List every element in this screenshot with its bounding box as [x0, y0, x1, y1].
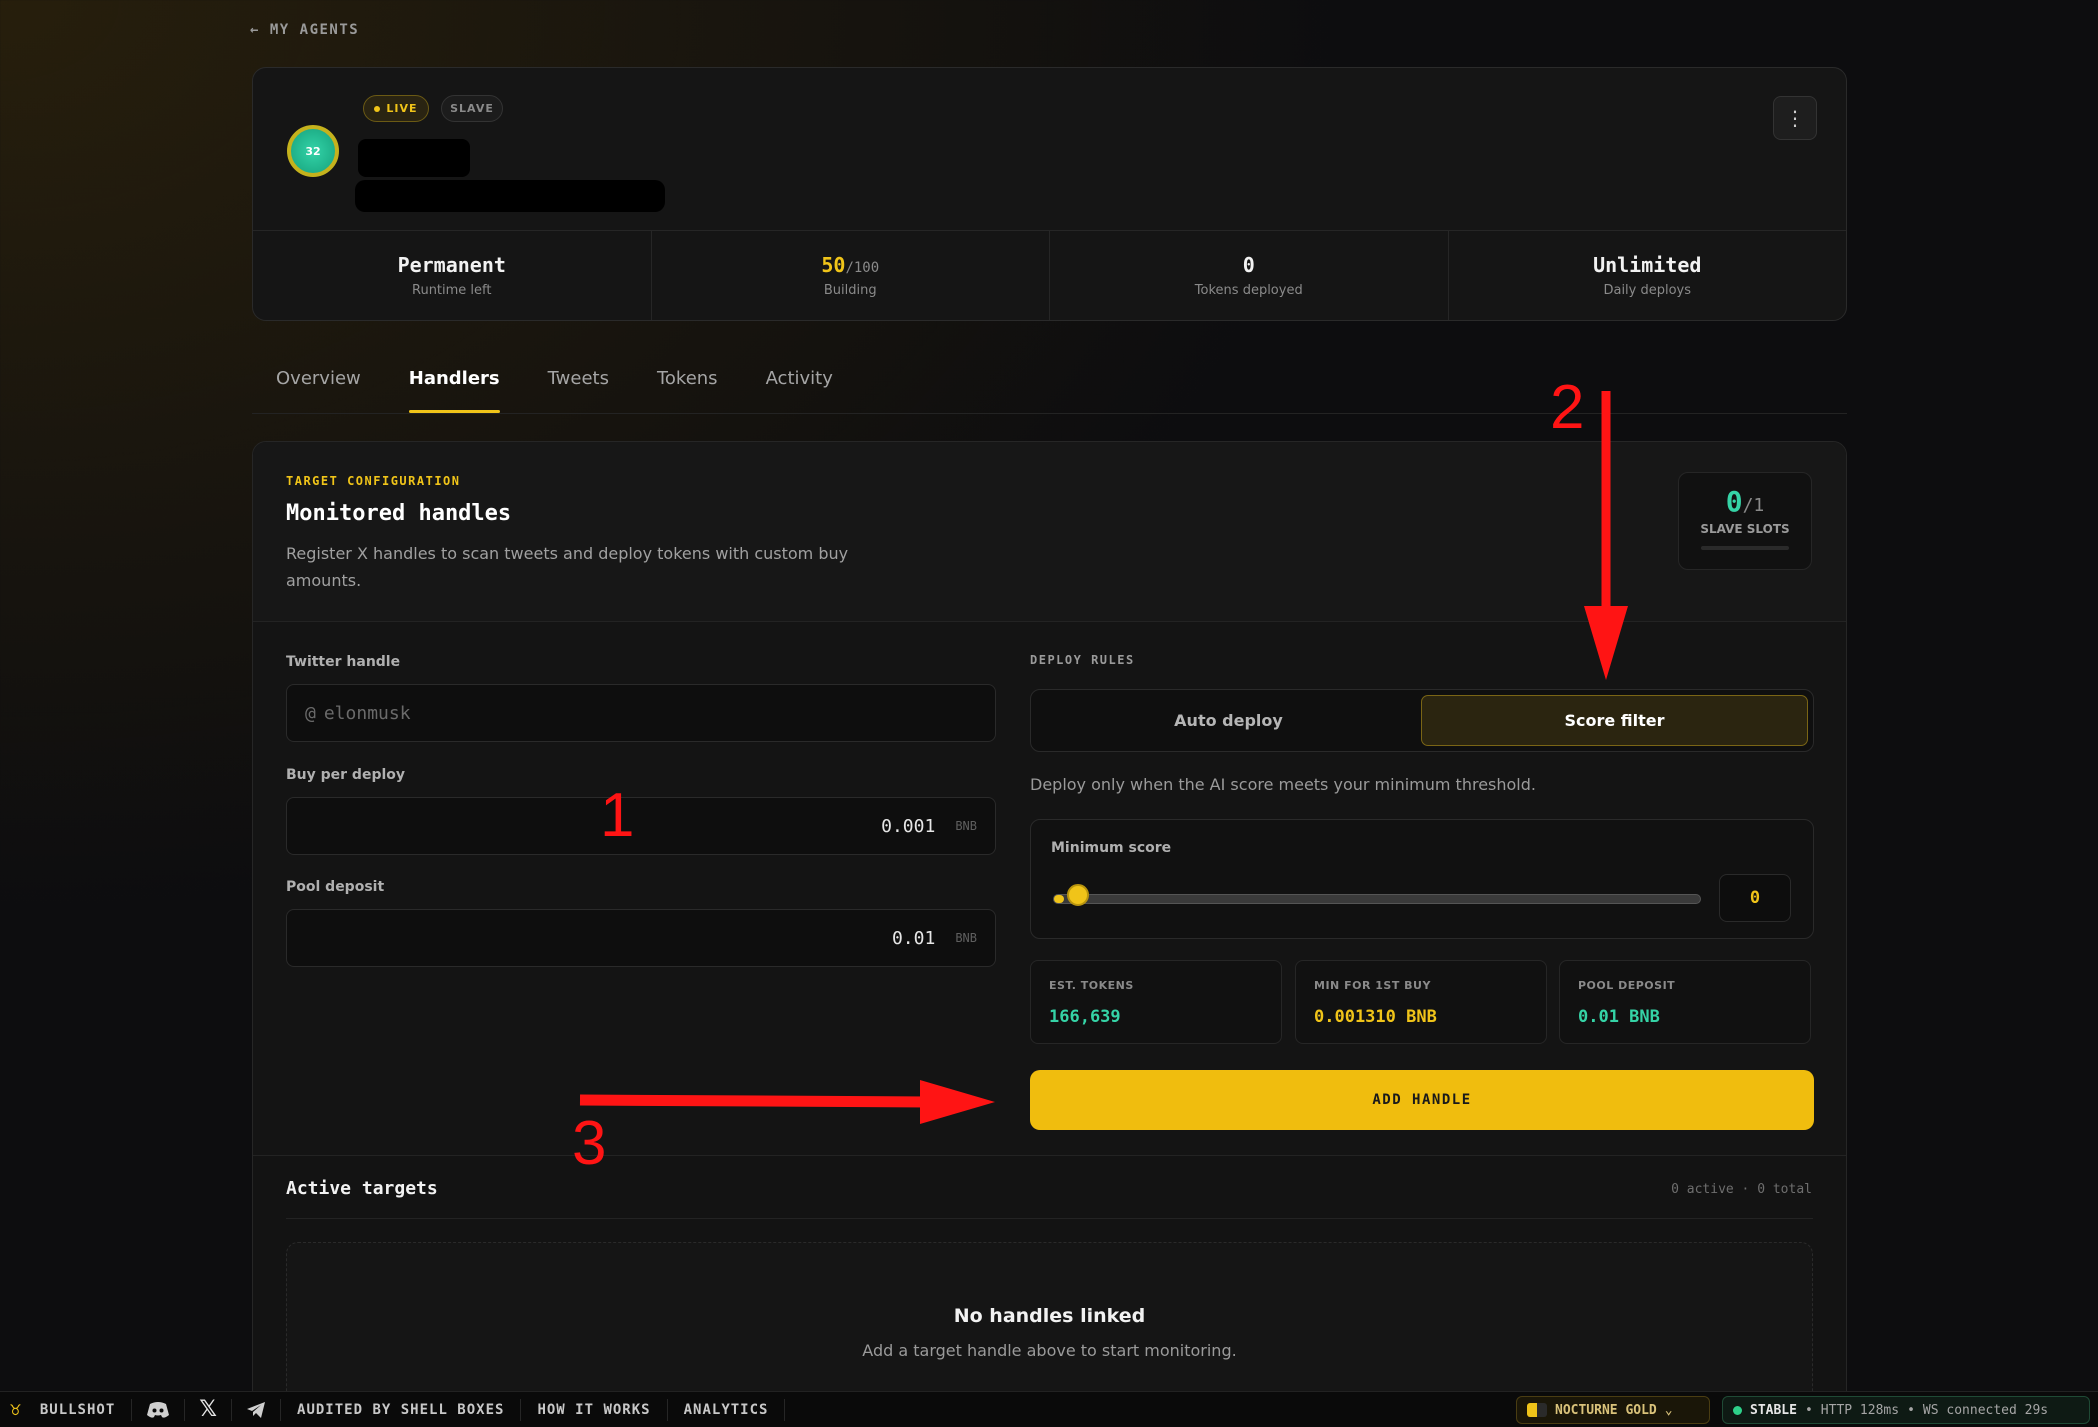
footer-link-analytics[interactable]: ANALYTICS [668, 1398, 786, 1421]
footer-bar: ♉ BULLSHOT 𝕏 AUDITED BY SHELL BOXES HOW … [0, 1391, 2098, 1427]
agent-avatar: 32 [287, 125, 339, 177]
active-targets-title: Active targets [286, 1178, 438, 1199]
annotation-1: 1 [600, 781, 635, 850]
auto-deploy-option[interactable]: Auto deploy [1036, 695, 1421, 746]
minimum-score-value[interactable]: 0 [1719, 874, 1791, 922]
deploy-rules-description: Deploy only when the AI score meets your… [1030, 775, 1536, 794]
x-link[interactable]: 𝕏 [185, 1397, 233, 1422]
deploy-rules-eyebrow: DEPLOY RULES [1030, 653, 1135, 667]
tab-overview[interactable]: Overview [252, 358, 385, 413]
slider-thumb[interactable] [1067, 884, 1089, 906]
redacted-agent-address [355, 180, 665, 212]
live-badge: LIVE [363, 95, 429, 122]
annotation-3: 3 [572, 1109, 607, 1178]
tab-handlers[interactable]: Handlers [385, 358, 524, 413]
agent-card: 32 LIVE SLAVE ⋮ Permanent Runtime left 5… [252, 67, 1847, 321]
footer-link-audited[interactable]: AUDITED BY SHELL BOXES [281, 1398, 522, 1421]
est-tokens-card: EST. TOKENS 166,639 [1030, 960, 1282, 1044]
status-dot-icon [1733, 1405, 1742, 1415]
empty-description: Add a target handle above to start monit… [862, 1341, 1237, 1360]
active-targets-section: Active targets 0 active · 0 total No han… [253, 1155, 1846, 1427]
minimum-score-box: Minimum score 0 [1030, 819, 1814, 939]
twitter-handle-input[interactable]: @ elonmusk [286, 684, 996, 742]
deploy-rules-toggle: Auto deploy Score filter [1030, 689, 1814, 752]
stat-daily-deploys: Unlimited Daily deploys [1593, 253, 1702, 298]
slots-progress-bar [1701, 546, 1789, 550]
theme-selector[interactable]: NOCTURNE GOLD ⌄ [1516, 1396, 1710, 1424]
x-icon: 𝕏 [199, 1397, 218, 1422]
buy-per-deploy-label: Buy per deploy [286, 767, 406, 783]
bull-logo-icon: ♉ [10, 1399, 22, 1420]
stat-runtime: Permanent Runtime left [253, 231, 652, 320]
handlers-config-card: TARGET CONFIGURATION Monitored handles R… [252, 441, 1847, 1427]
footer-link-how-it-works[interactable]: HOW IT WORKS [521, 1398, 668, 1421]
back-to-agents-link[interactable]: ← MY AGENTS [250, 22, 359, 38]
slave-slots-box: 0/1 SLAVE SLOTS [1678, 472, 1812, 570]
connection-status: STABLE • HTTP 128ms • WS connected 29s [1722, 1396, 2090, 1424]
pool-deposit-card: POOL DEPOSIT 0.01 BNB [1559, 960, 1811, 1044]
add-handle-button[interactable]: ADD HANDLE [1030, 1070, 1814, 1130]
pool-deposit-input[interactable]: 0.01 BNB [286, 909, 996, 967]
telegram-icon [247, 1401, 266, 1418]
buy-per-deploy-input[interactable]: 0.001 BNB [286, 797, 996, 855]
stat-building: 50/100 Building [652, 231, 1050, 320]
minimum-score-slider[interactable] [1053, 894, 1701, 904]
theme-swatch-icon [1527, 1403, 1547, 1417]
at-icon: @ [305, 702, 316, 724]
active-targets-count: 0 active · 0 total [1671, 1182, 1812, 1197]
slider-fill [1054, 895, 1064, 903]
redacted-agent-name [358, 139, 470, 177]
footer-brand[interactable]: ♉ BULLSHOT [0, 1398, 133, 1421]
tab-activity[interactable]: Activity [742, 358, 857, 413]
config-description: Register X handles to scan tweets and de… [286, 544, 849, 590]
config-eyebrow: TARGET CONFIGURATION [286, 474, 461, 488]
score-filter-option[interactable]: Score filter [1421, 695, 1808, 746]
stat-tokens-deployed: 0 Tokens deployed [1050, 231, 1449, 320]
live-dot-icon [374, 105, 381, 112]
annotation-2: 2 [1550, 373, 1585, 442]
tab-tokens[interactable]: Tokens [633, 358, 742, 413]
telegram-link[interactable] [232, 1398, 282, 1421]
min-first-buy-card: MIN FOR 1ST BUY 0.001310 BNB [1295, 960, 1547, 1044]
chevron-down-icon: ⌄ [1664, 1402, 1673, 1418]
minimum-score-label: Minimum score [1051, 840, 1172, 856]
agent-tabs: Overview Handlers Tweets Tokens Activity [252, 358, 1847, 414]
empty-title: No handles linked [953, 1305, 1146, 1327]
agent-stats: Permanent Runtime left 50/100 Building 0… [253, 230, 1846, 320]
slave-badge: SLAVE [441, 95, 503, 122]
config-header: TARGET CONFIGURATION Monitored handles R… [253, 442, 1846, 622]
agent-menu-button[interactable]: ⋮ [1773, 96, 1817, 140]
discord-link[interactable] [132, 1398, 186, 1421]
kebab-icon: ⋮ [1785, 106, 1805, 130]
twitter-handle-label: Twitter handle [286, 654, 401, 670]
tab-tweets[interactable]: Tweets [524, 358, 633, 413]
pool-deposit-label: Pool deposit [286, 879, 385, 895]
discord-icon [147, 1401, 170, 1418]
divider [286, 1218, 1813, 1219]
config-title: Monitored handles [286, 501, 512, 526]
